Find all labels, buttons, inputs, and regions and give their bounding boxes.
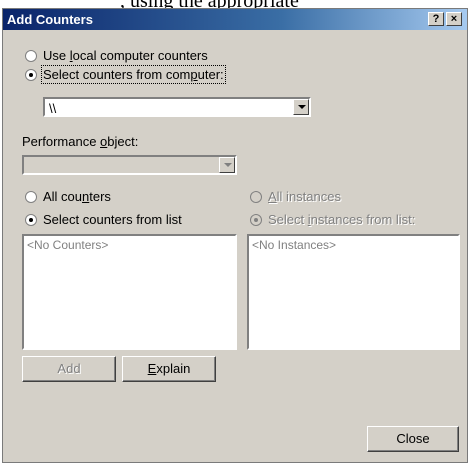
all-instances-radio bbox=[250, 191, 262, 203]
close-window-button[interactable]: × bbox=[446, 12, 462, 26]
list-item: <No Counters> bbox=[27, 238, 109, 252]
close-button[interactable]: Close bbox=[367, 426, 459, 452]
local-counters-label[interactable]: Use local computer counters bbox=[43, 48, 208, 63]
all-instances-label: All instances bbox=[268, 189, 341, 204]
performance-object-label: Performance object: bbox=[22, 134, 139, 149]
list-item: <No Instances> bbox=[252, 238, 337, 252]
explain-button[interactable]: Explain bbox=[122, 356, 216, 382]
remote-counters-label[interactable]: Select counters from computer: bbox=[41, 65, 226, 84]
chevron-down-icon bbox=[219, 157, 235, 173]
add-button: Add bbox=[22, 356, 116, 382]
computer-combobox[interactable]: \\ bbox=[43, 97, 311, 117]
all-counters-radio[interactable] bbox=[25, 191, 37, 203]
remote-counters-radio[interactable] bbox=[25, 69, 37, 81]
select-instances-label: Select instances from list: bbox=[268, 212, 416, 227]
select-instances-radio bbox=[250, 214, 262, 226]
help-button[interactable]: ? bbox=[428, 12, 444, 26]
chevron-down-icon[interactable] bbox=[293, 99, 309, 115]
title-bar: Add Counters ? × bbox=[3, 9, 467, 30]
window-title: Add Counters bbox=[7, 12, 93, 27]
performance-object-combobox[interactable] bbox=[22, 155, 237, 175]
all-counters-label[interactable]: All counters bbox=[43, 189, 111, 204]
select-counters-radio[interactable] bbox=[25, 214, 37, 226]
computer-value: \\ bbox=[49, 101, 57, 116]
counters-list[interactable]: <No Counters> bbox=[22, 234, 237, 350]
select-counters-label[interactable]: Select counters from list bbox=[43, 212, 182, 227]
add-counters-dialog: Add Counters ? × Use local computer coun… bbox=[2, 8, 468, 463]
local-counters-radio[interactable] bbox=[25, 50, 37, 62]
instances-list[interactable]: <No Instances> bbox=[247, 234, 460, 350]
